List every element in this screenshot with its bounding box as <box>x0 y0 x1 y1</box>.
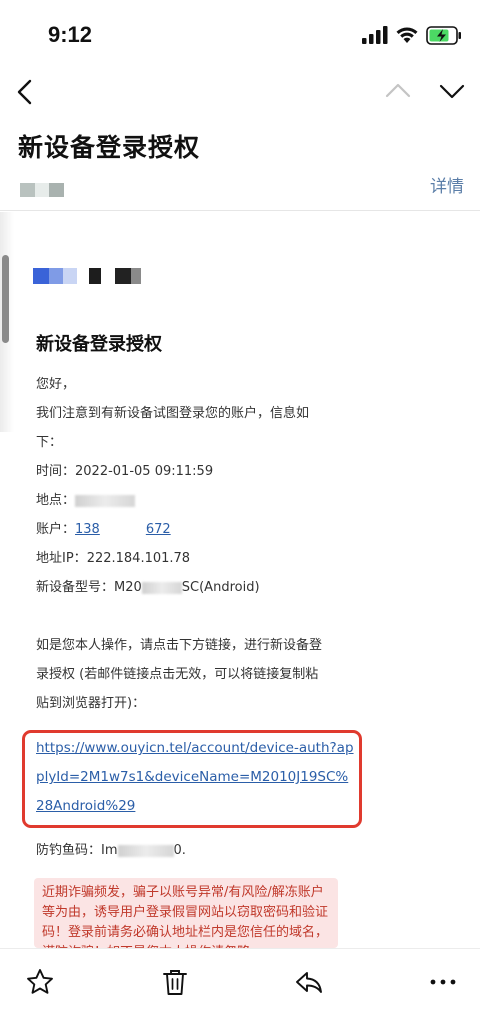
details-link[interactable]: 详情 <box>430 172 464 197</box>
chevron-down-icon[interactable] <box>438 80 466 102</box>
device-auth-link[interactable]: https://www.ouyicn.tel/account/device-au… <box>36 734 356 821</box>
account-value[interactable]: 138 672 <box>75 522 171 537</box>
account-label: 账户： <box>36 522 76 537</box>
device-prefix: M20 <box>114 580 142 595</box>
anti-phishing-prefix: Im <box>101 843 118 858</box>
instruction-line-1: 如是您本人操作，请点击下方链接，进行新设备登 <box>36 638 323 653</box>
status-bar: 9:12 <box>0 0 480 72</box>
status-time: 9:12 <box>48 22 93 47</box>
instruction-line-2: 录授权 (若邮件链接点击无效，可以将链接复制粘 <box>36 667 319 682</box>
account-suffix: 672 <box>145 522 171 537</box>
wifi-icon <box>396 27 418 43</box>
content-heading: 新设备登录授权 <box>36 334 162 355</box>
account-redacted <box>99 523 146 536</box>
time-value: 2022-01-05 09:11:59 <box>75 464 214 479</box>
device-redacted <box>141 581 182 594</box>
chevron-up-icon[interactable] <box>384 80 412 102</box>
mail-nav-bar <box>0 72 480 112</box>
ip-value: 222.184.101.78 <box>86 551 191 566</box>
greeting-text: 您好， <box>36 377 76 392</box>
location-row: 地点： <box>36 486 456 515</box>
anti-phishing-redacted <box>117 844 174 857</box>
bottom-toolbar <box>0 948 480 1027</box>
star-icon[interactable] <box>25 967 55 997</box>
location-redacted <box>75 494 136 507</box>
account-prefix: 138 <box>75 522 100 537</box>
anti-phishing-suffix: 0. <box>173 843 186 858</box>
ip-label: 地址IP： <box>36 551 87 566</box>
anti-phishing-row: 防钓鱼码：Im 0. <box>36 836 186 865</box>
intro-line-2: 下： <box>36 435 63 450</box>
device-suffix: SC(Android) <box>181 580 260 595</box>
device-label: 新设备型号： <box>36 580 115 595</box>
more-icon[interactable] <box>428 967 458 997</box>
device-row: 新设备型号：M20 SC(Android) <box>36 573 456 602</box>
cellular-signal-icon <box>362 26 388 44</box>
reply-icon[interactable] <box>294 967 324 997</box>
scrollbar-thumb[interactable] <box>2 255 9 343</box>
instruction-line-3: 贴到浏览器打开)： <box>36 696 146 711</box>
ip-row: 地址IP：222.184.101.78 <box>36 544 456 573</box>
anti-phishing-label: 防钓鱼码： <box>36 843 102 858</box>
location-label: 地点： <box>36 493 76 508</box>
account-row: 账户：138 672 <box>36 515 456 544</box>
trash-icon[interactable] <box>160 967 190 997</box>
fraud-warning-text: 近期诈骗频发，骗子以账号异常/有风险/解冻账户等为由，诱导用户登录假冒网站以窃取… <box>42 885 329 948</box>
brand-logo-redacted <box>33 268 141 284</box>
email-content: 新设备登录授权 您好， 我们注意到有新设备试图登录您的账户，信息如 下： 时间：… <box>36 330 456 718</box>
time-label: 时间： <box>36 464 76 479</box>
battery-charging-icon <box>426 26 461 45</box>
chevron-left-icon[interactable] <box>14 78 36 106</box>
time-row: 时间：2022-01-05 09:11:59 <box>36 457 456 486</box>
email-subject: 新设备登录授权 <box>18 133 201 162</box>
intro-line-1: 我们注意到有新设备试图登录您的账户，信息如 <box>36 406 310 421</box>
fraud-warning-box: 近期诈骗频发，骗子以账号异常/有风险/解冻账户等为由，诱导用户登录假冒网站以窃取… <box>34 878 338 948</box>
header-divider <box>0 210 480 211</box>
sender-name-redacted <box>20 183 65 197</box>
